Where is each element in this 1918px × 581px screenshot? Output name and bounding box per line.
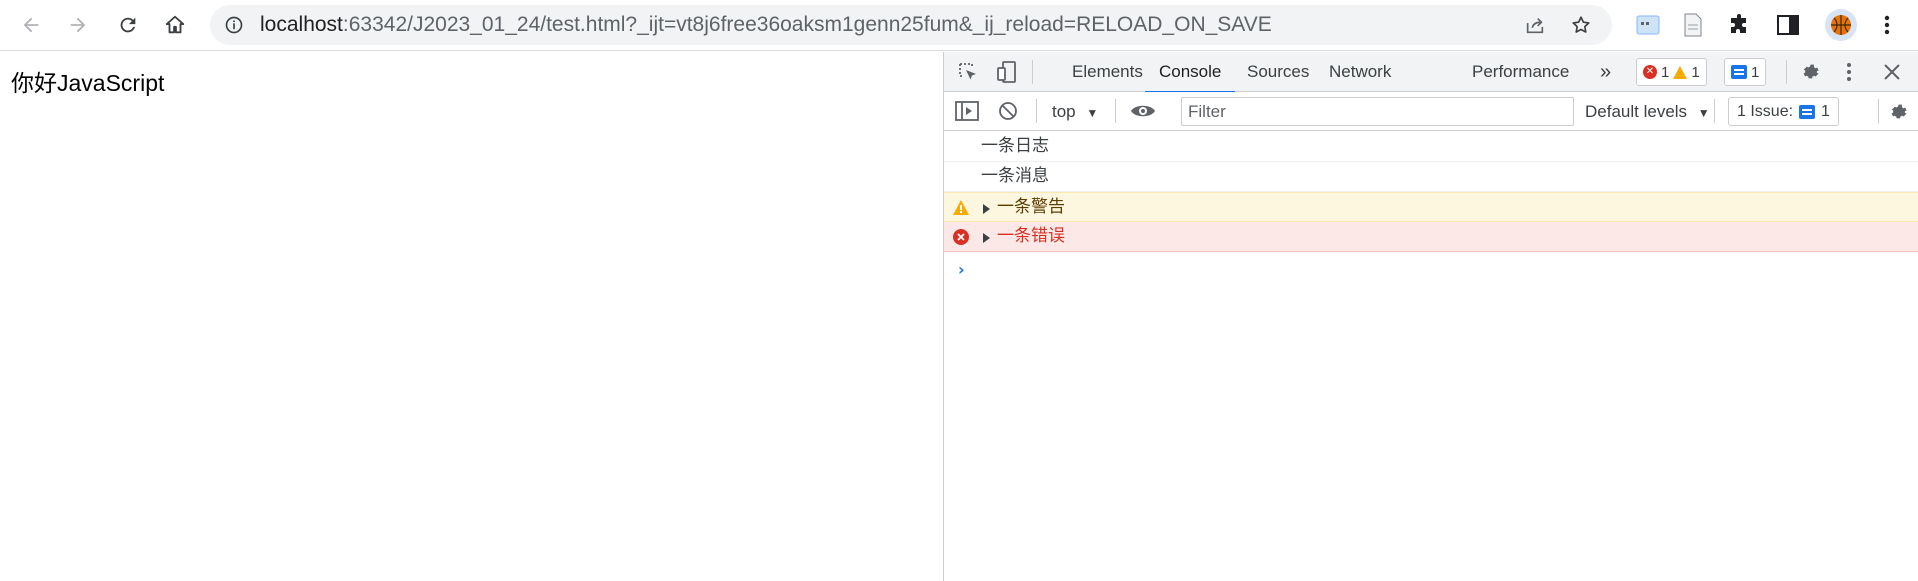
url-host: localhost — [260, 13, 343, 36]
bookmark-star-icon[interactable] — [1570, 14, 1592, 36]
extensions-puzzle-icon — [1731, 14, 1746, 33]
site-info-icon[interactable] — [224, 15, 244, 35]
console-message-text: 一条警告 — [997, 197, 1065, 217]
warning-icon — [1673, 65, 1688, 79]
devtools-tabbar: Elements Console Sources Network Perform… — [944, 52, 1918, 93]
tab-elements[interactable]: Elements — [1072, 52, 1143, 92]
console-message-text: 一条日志 — [981, 136, 1049, 156]
extension-doc-icon — [1684, 13, 1702, 37]
forward-button[interactable] — [61, 8, 95, 42]
extension-window-button[interactable] — [1635, 12, 1661, 38]
eye-icon — [1131, 105, 1155, 117]
console-prompt-icon[interactable]: › — [958, 260, 965, 279]
gear-icon — [1891, 104, 1907, 119]
message-counter[interactable]: 1 — [1724, 58, 1767, 86]
toolbar-separator — [1878, 99, 1879, 123]
log-levels-dropdown[interactable]: Default levels ▼ — [1585, 92, 1710, 131]
reload-icon — [120, 17, 136, 33]
sidebar-toggle-icon — [955, 101, 979, 121]
toolbar-separator — [1714, 99, 1715, 123]
clear-console-button[interactable] — [996, 100, 1020, 122]
context-label: top — [1052, 102, 1076, 121]
console-toolbar: top ▼ Default levels ▼ 1 Issue: 1 — [944, 92, 1918, 131]
tabbar-separator — [1032, 60, 1033, 84]
warning-count: 1 — [1691, 63, 1700, 81]
console-message-log: 一条日志 — [944, 132, 1918, 162]
warning-icon — [953, 200, 969, 215]
clear-console-icon — [999, 102, 1017, 120]
tab-performance[interactable]: Performance — [1472, 52, 1569, 92]
expand-arrow-icon[interactable] — [983, 204, 990, 214]
profile-avatar-icon — [1831, 15, 1851, 35]
home-icon — [165, 15, 185, 34]
tab-network[interactable]: Network — [1329, 52, 1391, 92]
filter-input[interactable] — [1182, 98, 1573, 125]
share-icon[interactable] — [1524, 14, 1546, 36]
console-message-error[interactable]: 一条错误 — [944, 222, 1918, 252]
context-selector[interactable]: top ▼ — [1052, 92, 1098, 131]
gear-icon — [1803, 64, 1819, 79]
more-vertical-icon — [1847, 63, 1851, 81]
console-settings-button[interactable] — [1887, 101, 1911, 123]
issues-label: 1 Issue: — [1737, 102, 1794, 120]
more-tabs-chevron-icon[interactable]: » — [1600, 52, 1611, 92]
device-toggle-icon — [997, 61, 1016, 83]
toolbar-separator — [1036, 99, 1037, 123]
close-devtools-button[interactable] — [1881, 61, 1903, 83]
side-panel-icon — [1777, 15, 1799, 35]
error-count: 1 — [1661, 63, 1670, 81]
back-button[interactable] — [14, 8, 48, 42]
devtools-panel: Elements Console Sources Network Perform… — [943, 52, 1918, 581]
console-output: 一条日志 一条消息 一条警告 一条错误 › — [944, 132, 1918, 279]
message-icon — [1731, 65, 1747, 79]
tab-console[interactable]: Console — [1144, 52, 1236, 93]
error-icon: ✕ — [1643, 65, 1657, 79]
profile-avatar[interactable] — [1825, 9, 1857, 41]
extension-window-icon — [1636, 15, 1660, 35]
close-icon — [1884, 64, 1900, 80]
console-filter[interactable] — [1181, 97, 1574, 126]
live-expression-button[interactable] — [1130, 101, 1156, 121]
forward-arrow-icon — [70, 17, 86, 33]
log-levels-label: Default levels — [1585, 102, 1688, 121]
browser-toolbar: localhost:63342/J2023_01_24/test.html?_i… — [0, 0, 1918, 51]
issue-icon — [1799, 104, 1816, 119]
message-count: 1 — [1751, 63, 1760, 81]
device-toolbar-button[interactable] — [996, 60, 1020, 84]
extensions-button[interactable] — [1727, 12, 1753, 38]
address-bar[interactable]: localhost:63342/J2023_01_24/test.html?_i… — [210, 5, 1612, 45]
dropdown-arrow-icon: ▼ — [1086, 106, 1099, 120]
side-panel-button[interactable] — [1775, 12, 1801, 38]
tabbar-separator — [1786, 60, 1787, 84]
error-warning-counter[interactable]: ✕ 1 1 — [1636, 58, 1707, 86]
sidebar-toggle-button[interactable] — [955, 100, 979, 122]
issues-count: 1 — [1821, 102, 1830, 120]
page-heading-text: 你好JavaScript — [11, 70, 165, 96]
url-text[interactable]: localhost:63342/J2023_01_24/test.html?_i… — [260, 5, 1272, 45]
extension-doc-button[interactable] — [1680, 12, 1706, 38]
dropdown-arrow-icon: ▼ — [1697, 106, 1710, 120]
console-message-warning[interactable]: 一条警告 — [944, 192, 1918, 222]
issues-button[interactable]: 1 Issue: 1 — [1728, 97, 1839, 126]
home-button[interactable] — [158, 8, 192, 42]
toolbar-separator — [1115, 99, 1116, 123]
more-vertical-icon — [1884, 15, 1890, 35]
devtools-menu-button[interactable] — [1842, 61, 1856, 83]
expand-arrow-icon[interactable] — [983, 233, 990, 243]
tab-sources[interactable]: Sources — [1247, 52, 1309, 92]
console-message-text: 一条消息 — [981, 166, 1049, 186]
url-path: :63342/J2023_01_24/test.html?_ijt=vt8j6f… — [342, 13, 1272, 36]
browser-menu-button[interactable] — [1874, 12, 1900, 38]
page-viewport: 你好JavaScript — [0, 52, 943, 581]
back-arrow-icon — [23, 17, 39, 33]
settings-button[interactable] — [1799, 61, 1823, 83]
inspect-element-button[interactable] — [956, 61, 980, 83]
console-message-info: 一条消息 — [944, 162, 1918, 192]
inspect-cursor-icon — [959, 63, 976, 80]
reload-button[interactable] — [111, 8, 145, 42]
console-message-text: 一条错误 — [997, 226, 1065, 246]
error-icon — [953, 229, 969, 245]
